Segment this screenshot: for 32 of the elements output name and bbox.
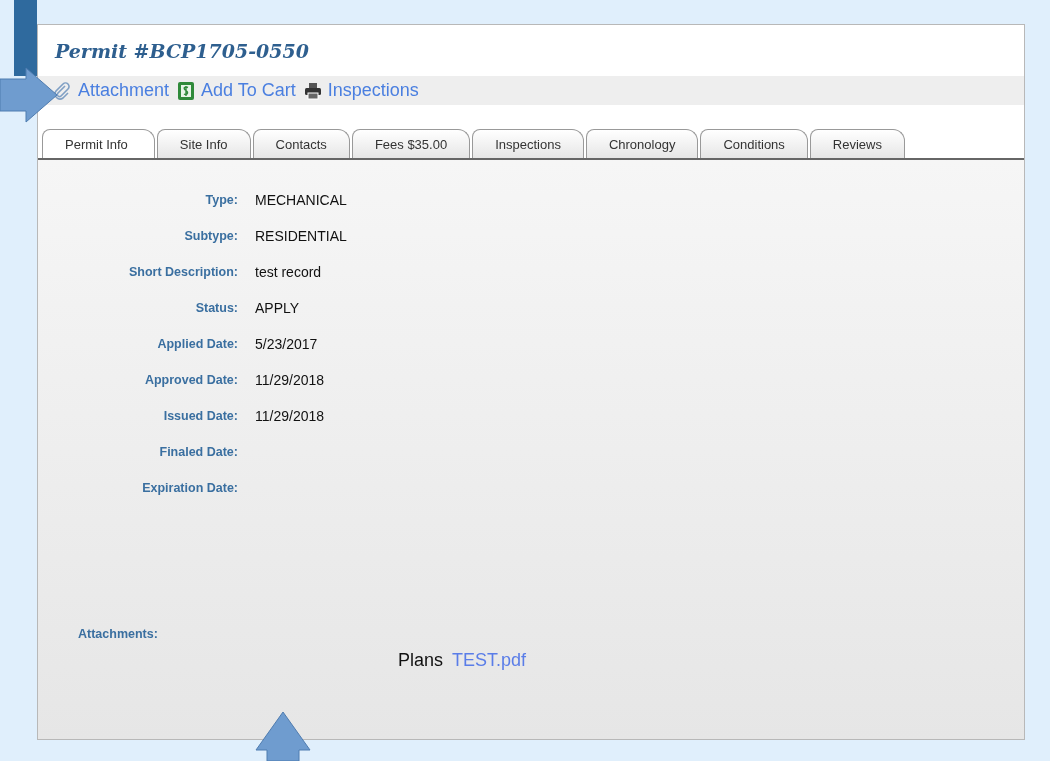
field-value: RESIDENTIAL (255, 228, 348, 244)
field-label: Applied Date: (156, 336, 238, 352)
field-label: Status: (194, 300, 238, 316)
tab[interactable]: Site Info (156, 129, 251, 158)
callout-arrow (0, 67, 58, 123)
field-value: 11/29/2018 (255, 408, 326, 424)
field-label: Type: (204, 192, 238, 208)
tab[interactable]: Fees $35.00 (351, 129, 471, 158)
permit-title: Permit #BCP1705-0550 (55, 39, 309, 62)
field-value: 5/23/2017 (255, 336, 319, 352)
field-label: Subtype: (183, 228, 238, 244)
field-label: Issued Date: (162, 408, 238, 424)
field-value: 11/29/2018 (255, 372, 326, 388)
field-value: APPLY (255, 300, 301, 316)
callout-arrow (255, 711, 311, 761)
field-value: test record (255, 264, 323, 280)
tab[interactable]: Permit Info (42, 129, 155, 158)
paperclip-icon (52, 80, 72, 101)
field-value: MECHANICAL (255, 192, 348, 208)
tab[interactable]: Contacts (252, 129, 350, 158)
field-label: Approved Date: (143, 372, 238, 388)
attachments-label: Attachments: (78, 626, 159, 642)
attachment-name: Plans (398, 650, 444, 671)
printer-icon (303, 81, 322, 100)
dollar-icon (177, 80, 196, 101)
field-label: Expiration Date: (141, 480, 238, 496)
tab[interactable]: Reviews (809, 129, 905, 158)
tab[interactable]: Conditions (700, 129, 808, 158)
tab[interactable]: Inspections (472, 129, 584, 158)
field-label: Short Description: (127, 264, 238, 280)
field-label: Finaled Date: (158, 444, 238, 460)
tab[interactable]: Chronology (585, 129, 699, 158)
